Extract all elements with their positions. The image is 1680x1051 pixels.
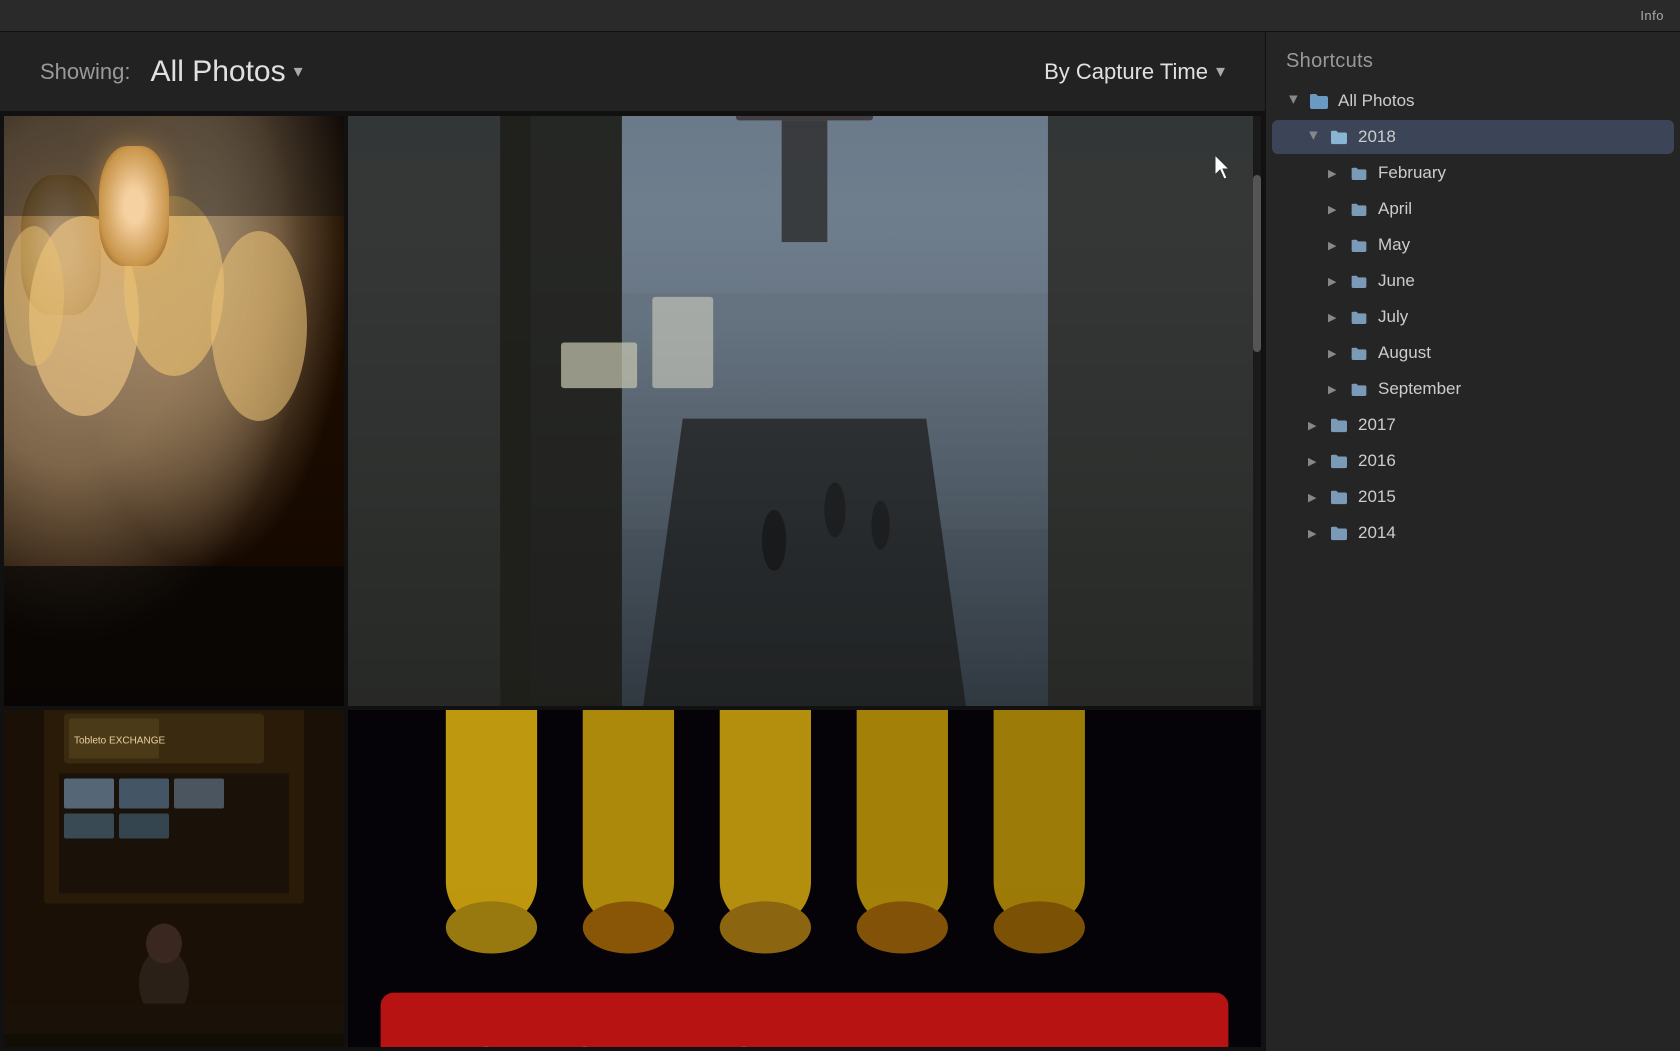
folder-2014-icon [1328,524,1350,542]
chevron-2018-icon: ▶ [1308,131,1321,143]
photo-shop[interactable]: Tobleto EXCHANGE [4,710,344,1047]
photo-dotonbori[interactable]: DOTONBORI 首 頓 堀 [348,710,1261,1047]
scrollbar-thumb [1253,175,1261,352]
chevron-may-icon: ▶ [1328,239,1340,252]
lantern-photo-overlay [4,116,344,706]
sidebar-item-july[interactable]: ▶ July [1272,300,1674,334]
svg-text:Tobleto EXCHANGE: Tobleto EXCHANGE [74,736,165,747]
sidebar-item-february[interactable]: ▶ February [1272,156,1674,190]
sidebar: Shortcuts ▶ All Photos ▶ 2018 ▶ [1265,32,1680,1051]
dotonbori-svg: DOTONBORI 首 頓 堀 [348,710,1261,1047]
folder-july-icon [1348,308,1370,326]
filter-chevron-icon: ▾ [294,61,303,82]
folder-2017-icon [1328,416,1350,434]
chevron-2014-icon: ▶ [1308,527,1320,540]
chevron-2017-icon: ▶ [1308,419,1320,432]
top-bar: Info [0,0,1680,32]
sidebar-item-2015[interactable]: ▶ 2015 [1272,480,1674,514]
chevron-2015-icon: ▶ [1308,491,1320,504]
shop-svg: Tobleto EXCHANGE [4,710,344,1047]
chevron-2016-icon: ▶ [1308,455,1320,468]
folder-allphotos-icon [1308,92,1330,110]
sidebar-item-august[interactable]: ▶ August [1272,336,1674,370]
chevron-june-icon: ▶ [1328,275,1340,288]
sidebar-item-april-label: April [1378,199,1658,219]
photo-lanterns[interactable] [4,116,344,706]
chevron-april-icon: ▶ [1328,203,1340,216]
toolbar: Showing: All Photos ▾ By Capture Time ▾ [0,32,1265,112]
chevron-august-icon: ▶ [1328,347,1340,360]
photo-kyoto[interactable] [348,116,1261,706]
sidebar-item-2017[interactable]: ▶ 2017 [1272,408,1674,442]
folder-september-icon [1348,380,1370,398]
chevron-allphotos-icon: ▶ [1288,95,1301,107]
kyoto-photo-bg [348,116,1261,706]
sidebar-item-april[interactable]: ▶ April [1272,192,1674,226]
sidebar-item-may[interactable]: ▶ May [1272,228,1674,262]
chevron-february-icon: ▶ [1328,167,1340,180]
sidebar-item-2016[interactable]: ▶ 2016 [1272,444,1674,478]
sidebar-item-2018-label: 2018 [1358,127,1658,147]
sidebar-item-september[interactable]: ▶ September [1272,372,1674,406]
sidebar-item-2015-label: 2015 [1358,487,1658,507]
filter-label: All Photos [151,55,286,89]
sidebar-item-july-label: July [1378,307,1658,327]
folder-february-icon [1348,164,1370,182]
main-content: Showing: All Photos ▾ By Capture Time ▾ [0,32,1680,1051]
dotonbori-photo-bg: DOTONBORI 首 頓 堀 [348,710,1261,1047]
sidebar-item-2014[interactable]: ▶ 2014 [1272,516,1674,550]
chevron-july-icon: ▶ [1328,311,1340,324]
chevron-september-icon: ▶ [1328,383,1340,396]
svg-text:DOTONBORI: DOTONBORI [407,1033,844,1047]
sort-chevron-icon: ▾ [1216,61,1225,82]
sidebar-item-june-label: June [1378,271,1658,291]
folder-2016-icon [1328,452,1350,470]
sidebar-item-2016-label: 2016 [1358,451,1658,471]
shop-photo-bg: Tobleto EXCHANGE [4,710,344,1047]
folder-2015-icon [1328,488,1350,506]
sidebar-item-august-label: August [1378,343,1658,363]
folder-april-icon [1348,200,1370,218]
folder-august-icon [1348,344,1370,362]
sidebar-item-may-label: May [1378,235,1658,255]
lantern-photo-bg [4,116,344,706]
showing-label: Showing: [40,59,131,85]
scrollbar[interactable] [1253,116,1261,706]
sidebar-item-2017-label: 2017 [1358,415,1658,435]
sidebar-item-2014-label: 2014 [1358,523,1658,543]
sidebar-item-label: All Photos [1338,91,1658,111]
sidebar-item-2018[interactable]: ▶ 2018 [1272,120,1674,154]
folder-2018-icon [1328,128,1350,146]
sort-button[interactable]: By Capture Time ▾ [1044,59,1225,85]
info-label[interactable]: Info [1640,8,1664,23]
sidebar-item-september-label: September [1378,379,1658,399]
photo-grid: Tobleto EXCHANGE [0,112,1265,1051]
folder-may-icon [1348,236,1370,254]
sort-label: By Capture Time [1044,59,1208,85]
photo-area: Showing: All Photos ▾ By Capture Time ▾ [0,32,1265,1051]
sidebar-item-february-label: February [1378,163,1658,183]
folder-june-icon [1348,272,1370,290]
sidebar-item-june[interactable]: ▶ June [1272,264,1674,298]
sidebar-item-all-photos[interactable]: ▶ All Photos [1272,84,1674,118]
filter-button[interactable]: All Photos ▾ [151,55,303,89]
kyoto-photo-svg [348,116,1261,706]
sidebar-header: Shortcuts [1266,32,1680,83]
